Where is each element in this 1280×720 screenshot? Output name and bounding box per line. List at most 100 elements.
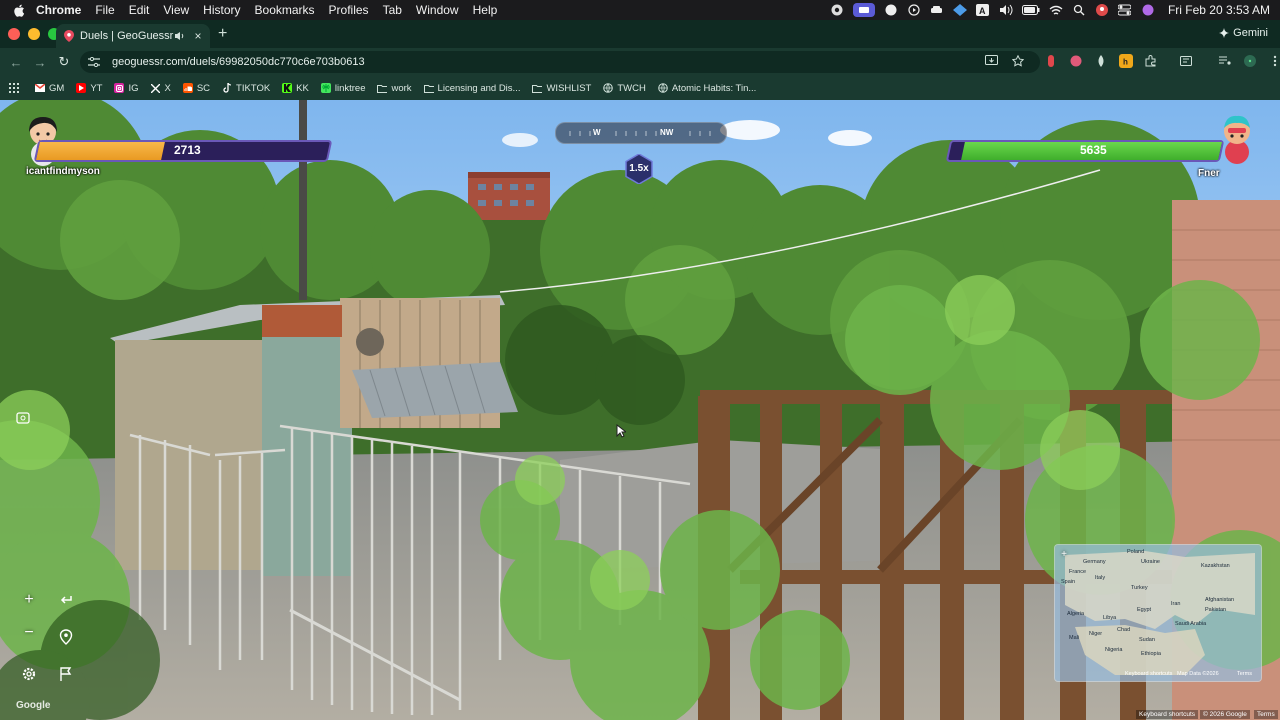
menu-edit[interactable]: Edit <box>129 3 150 17</box>
gemini-button[interactable]: Gemini <box>1219 27 1268 39</box>
back-button[interactable]: ← <box>8 54 24 70</box>
screen-recorder-icon[interactable] <box>852 3 875 17</box>
control-center-icon[interactable] <box>1118 4 1132 16</box>
terms-link[interactable]: Terms <box>1254 710 1278 719</box>
battery-icon[interactable] <box>1021 4 1040 16</box>
gmail-icon <box>35 83 45 93</box>
map-label: Ethiopia <box>1141 651 1161 657</box>
minimap-land <box>1055 545 1261 681</box>
wifi-icon[interactable] <box>1049 4 1063 16</box>
new-tab-button[interactable]: + <box>218 26 227 42</box>
guess-minimap[interactable]: Poland Germany France Spain Italy Ukrain… <box>1054 544 1262 682</box>
geoguessr-pin-icon <box>64 30 74 42</box>
forward-button[interactable]: → <box>32 54 48 70</box>
site-settings-icon[interactable] <box>88 57 102 67</box>
reload-button[interactable]: ↻ <box>56 54 72 70</box>
copyright-text: © 2026 Google <box>1200 710 1250 719</box>
reading-list-icon[interactable] <box>1179 54 1193 68</box>
volume-icon[interactable] <box>999 4 1013 16</box>
bookmark-tiktok[interactable]: TIKTOK <box>222 83 270 94</box>
bookmark-label: GM <box>49 82 65 94</box>
siri-icon[interactable] <box>1141 4 1155 16</box>
extension-drop-icon[interactable] <box>1094 54 1108 68</box>
menu-view[interactable]: View <box>163 3 189 17</box>
bookmark-linktree[interactable]: linktree <box>320 82 366 94</box>
map-label: Nigeria <box>1105 647 1123 653</box>
bookmark-label: SC <box>196 82 211 94</box>
menu-window[interactable]: Window <box>416 3 459 17</box>
streetview-panorama[interactable]: 2713 icantfindmyson 5635 Fner W NW 1.5x … <box>0 100 1280 720</box>
close-window-button[interactable] <box>8 28 20 40</box>
spotlight-search-icon[interactable] <box>1072 4 1086 16</box>
bookmark-label: linktree <box>334 82 366 94</box>
settings-gear-icon[interactable] <box>17 662 41 686</box>
flag-checkpoint-icon[interactable] <box>54 662 78 686</box>
minimize-window-button[interactable] <box>28 28 40 40</box>
map-label: Spain <box>1061 579 1076 585</box>
macos-menu-bar: Chrome File Edit View History Bookmarks … <box>0 0 1280 20</box>
keyboard-shortcuts-link[interactable]: Keyboard shortcuts <box>1136 710 1199 719</box>
google-logo: Google <box>16 700 51 711</box>
bookmark-label: TIKTOK <box>236 82 271 94</box>
extension-pink-icon[interactable] <box>1069 54 1083 68</box>
browser-tab-strip: Duels | GeoGuessr × + Gemini <box>0 20 1280 48</box>
undo-move-icon[interactable] <box>54 588 78 612</box>
apple-menu-icon[interactable] <box>12 3 26 17</box>
bookmark-gm[interactable]: GM <box>35 83 64 94</box>
record-icon[interactable] <box>884 4 898 16</box>
minimap-attribution[interactable]: Keyboard shortcuts <box>1125 671 1172 677</box>
tab-audio-icon[interactable] <box>174 31 186 41</box>
minimap-attribution: Map Data ©2026 <box>1177 671 1219 677</box>
bookmark-folder-licensing[interactable]: Licensing and Dis... <box>423 83 520 94</box>
tab-close-icon[interactable]: × <box>192 29 204 43</box>
youtube-icon <box>76 83 87 93</box>
media-controls-icon[interactable] <box>1218 54 1232 68</box>
menu-app-name[interactable]: Chrome <box>36 3 81 17</box>
extension-red-icon[interactable] <box>1044 54 1058 68</box>
bookmark-star-icon[interactable] <box>1012 55 1024 67</box>
play-icon[interactable] <box>907 4 921 16</box>
menu-history[interactable]: History <box>203 3 240 17</box>
bookmark-folder-work[interactable]: work <box>377 83 412 94</box>
bookmark-yt[interactable]: YT <box>76 83 102 94</box>
player-right-name[interactable]: Fner <box>1198 168 1220 179</box>
report-location-icon[interactable] <box>12 406 36 430</box>
player-left-name[interactable]: icantfindmyson <box>26 166 100 177</box>
bookmark-twch[interactable]: TWCH <box>603 83 646 94</box>
extension-honey-icon[interactable]: h <box>1119 54 1133 68</box>
vpn-icon[interactable] <box>952 4 967 16</box>
bookmark-x[interactable]: X <box>150 83 171 94</box>
map-label: Saudi Arabia <box>1175 621 1207 627</box>
menubar-clock[interactable]: Fri Feb 20 3:53 AM <box>1168 3 1270 17</box>
chrome-menu-icon[interactable] <box>1268 54 1280 68</box>
obs-icon[interactable] <box>830 4 844 16</box>
menu-file[interactable]: File <box>95 3 114 17</box>
minimap-attribution[interactable]: Terms <box>1237 671 1252 677</box>
bookmark-ig[interactable]: IG <box>114 83 138 94</box>
menu-profiles[interactable]: Profiles <box>329 3 369 17</box>
minimap-expand-icon[interactable]: + <box>1059 549 1069 560</box>
install-app-icon[interactable] <box>985 55 998 67</box>
menu-bookmarks[interactable]: Bookmarks <box>255 3 315 17</box>
address-bar[interactable]: geoguessr.com/duels/69982050dc770c6e703b… <box>80 51 1040 73</box>
apps-grid-icon[interactable] <box>9 83 19 93</box>
tab-geoguessr-duels[interactable]: Duels | GeoGuessr × <box>56 24 210 48</box>
car-icon[interactable] <box>930 4 944 16</box>
profile-avatar-icon[interactable] <box>1243 54 1257 68</box>
bookmark-sc[interactable]: SC <box>182 82 211 94</box>
omnibox-actions <box>985 55 1024 67</box>
bookmark-kk[interactable]: KK <box>282 83 309 94</box>
text-input-icon[interactable]: A <box>976 4 990 16</box>
bookmark-folder-wishlist[interactable]: WISHLIST <box>532 83 591 94</box>
zoom-in-button[interactable]: + <box>17 588 41 612</box>
user-profile-icon[interactable] <box>1095 4 1109 16</box>
menu-help[interactable]: Help <box>473 3 498 17</box>
menu-tab[interactable]: Tab <box>383 3 402 17</box>
bookmark-atomic-habits[interactable]: Atomic Habits: Tin... <box>658 83 756 94</box>
bookmark-label: TWCH <box>617 82 646 94</box>
extensions-puzzle-icon[interactable] <box>1144 54 1158 68</box>
return-to-start-icon[interactable] <box>54 625 78 649</box>
tab-title: Duels | GeoGuessr <box>80 30 174 42</box>
zoom-out-button[interactable]: − <box>17 621 41 645</box>
url-text[interactable]: geoguessr.com/duels/69982050dc770c6e703b… <box>112 56 365 68</box>
